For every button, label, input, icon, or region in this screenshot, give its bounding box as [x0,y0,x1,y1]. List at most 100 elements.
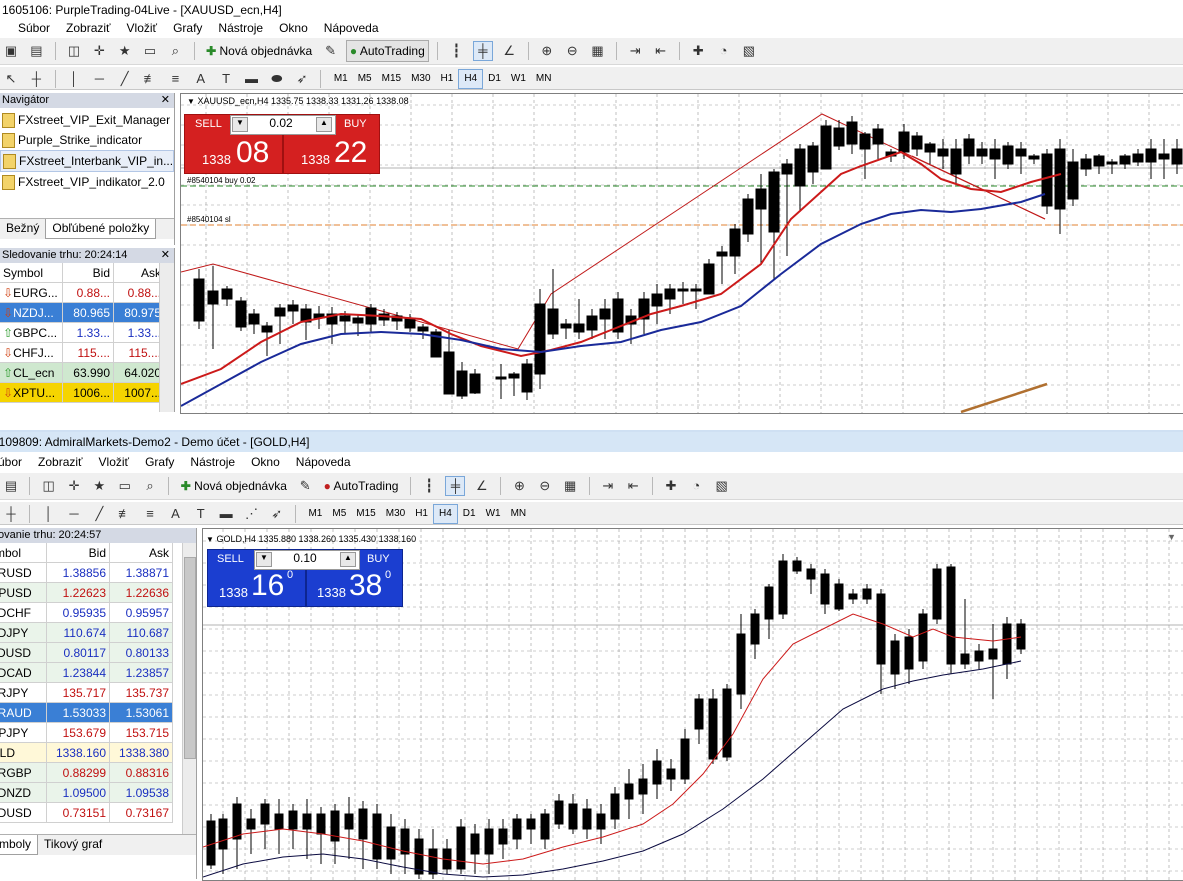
line-chart-icon[interactable]: ∠ [500,42,518,60]
text-icon[interactable]: A [166,505,184,523]
horizontal-line-icon[interactable]: ─ [65,505,83,523]
lot-size-input[interactable]: 0.10 [274,551,336,566]
timeframe-m15[interactable]: M15 [377,70,406,88]
column-header[interactable]: Symbol [0,263,63,283]
menu-item-1[interactable]: Zobraziť [30,453,91,471]
chart-xauusd[interactable]: ▼ XAUUSD_ecn,H4 1335.75 1338.33 1331.26 … [180,93,1183,414]
crosshair-icon[interactable]: ┼ [2,505,20,523]
scrollbar-thumb[interactable] [184,557,196,759]
timeframe-h1[interactable]: H1 [410,505,433,523]
navigator-tab-1[interactable]: Obľúbené položky [45,219,157,239]
fibonacci-icon[interactable]: ≡ [166,70,184,88]
auto-scroll-icon[interactable]: ⇥ [599,477,617,495]
timeframe-m5[interactable]: M5 [353,70,377,88]
timeframe-m1[interactable]: M1 [329,70,353,88]
menu-item-0[interactable]: Súbor [0,453,30,471]
table-row[interactable]: USDCHF0.959350.95957 [0,602,173,623]
zoom-in-icon[interactable]: ⊕ [511,477,529,495]
close-icon[interactable]: ✕ [161,248,174,263]
arrows-icon[interactable]: ➶ [268,505,286,523]
rectangle-icon[interactable]: ▬ [242,70,260,88]
fibonacci-icon[interactable]: ≡ [141,505,159,523]
cursor-icon[interactable]: ↖ [2,70,20,88]
crosshair-data-icon[interactable]: ✛ [65,477,83,495]
timeframe-w1[interactable]: W1 [481,505,506,523]
periods-icon[interactable]: ◔ [687,477,705,495]
table-row[interactable]: ⇩EURG... 0.88... 0.88... [0,282,165,303]
auto-scroll-icon[interactable]: ⇥ [626,42,644,60]
metaeditor-icon[interactable]: ✎ [296,477,314,495]
zoom-out-icon[interactable]: ⊖ [563,42,581,60]
table-row[interactable]: ⇩XPTU... 1006... 1007... [0,382,165,403]
table-row[interactable]: USDJPY110.674110.687 [0,622,173,643]
timeframe-d1[interactable]: D1 [458,505,481,523]
crosshair-icon[interactable]: ┼ [27,70,45,88]
table-row[interactable]: GBPJPY153.679153.715 [0,722,173,743]
vertical-line-icon[interactable]: │ [40,505,58,523]
zoom-in-icon[interactable]: ⊕ [538,42,556,60]
timeframe-m1[interactable]: M1 [303,505,327,523]
timeframe-m5[interactable]: M5 [327,505,351,523]
timeframe-m30[interactable]: M30 [381,505,410,523]
profiles-icon[interactable]: ▤ [27,42,45,60]
column-header[interactable]: Bid [46,543,110,563]
chart-shift-icon[interactable]: ⇤ [624,477,642,495]
menu-item-1[interactable]: Zobraziť [58,19,119,37]
navigator-item[interactable]: FXstreet_VIP_indikator_2.0 [0,172,174,192]
new-chart-icon[interactable]: ▣ [2,42,20,60]
table-row[interactable]: AUDNZD1.095001.09538 [0,782,173,803]
lot-decrease-button[interactable]: ▼ [232,117,248,132]
lot-size-input[interactable]: 0.02 [250,116,312,131]
chart-shift-icon[interactable]: ⇤ [652,42,670,60]
navigator-tab-0[interactable]: Bežný [0,219,45,238]
terminal-icon[interactable]: ▭ [116,477,134,495]
ellipse-icon[interactable]: ⬬ [268,70,286,88]
table-row[interactable]: NZDUSD0.801170.80133 [0,642,173,663]
menu-item-3[interactable]: Grafy [165,19,210,37]
navigator-item[interactable]: Purple_Strike_indicator [0,130,174,150]
text-label-icon[interactable]: T [192,505,210,523]
market-watch-icon[interactable]: ◫ [40,477,58,495]
profiles-icon[interactable]: ▤ [2,477,20,495]
line-chart-icon[interactable]: ∠ [473,477,491,495]
menu-item-6[interactable]: Nápoveda [316,19,387,37]
navigator-item[interactable]: FXstreet_VIP_Exit_Manager [0,110,174,130]
market-watch-icon[interactable]: ◫ [65,42,83,60]
bar-chart-icon[interactable]: ┇ [420,477,438,495]
channel-icon[interactable]: ≢ [116,505,134,523]
table-row[interactable]: EURUSD1.388561.38871 [0,562,173,583]
scrollbar[interactable] [159,263,174,412]
timeframe-h1[interactable]: H1 [436,70,459,88]
table-row[interactable]: GBPUSD1.226231.22636 [0,582,173,603]
fibo-fan-icon[interactable]: ⋰ [242,505,260,523]
column-header[interactable]: Bid [62,263,114,283]
lot-increase-button[interactable]: ▲ [316,117,332,132]
periods-icon[interactable]: ◔ [715,42,733,60]
table-row[interactable]: ⇩NZDJ... 80.965 80.975 [0,302,165,323]
indicators-icon[interactable]: ✚ [662,477,680,495]
table-row[interactable]: ⇧GBPC... 1.33... 1.33... [0,322,165,343]
tile-windows-icon[interactable]: ▦ [561,477,579,495]
text-icon[interactable]: A [192,70,210,88]
timeframe-m30[interactable]: M30 [406,70,435,88]
new-order-button[interactable]: ✚ Nová objednávka [203,41,315,61]
lot-decrease-button[interactable]: ▼ [256,552,272,567]
table-row[interactable]: EURAUD1.530331.53061 [0,702,173,723]
menu-item-4[interactable]: Nástroje [182,453,243,471]
timeframe-w1[interactable]: W1 [506,70,531,88]
table-row[interactable]: ⇧CL_ecn 63.990 64.020 [0,362,165,383]
close-icon[interactable]: ✕ [161,93,174,108]
menu-item-6[interactable]: Nápoveda [288,453,359,471]
metaeditor-icon[interactable]: ✎ [322,42,340,60]
scrollbar[interactable] [182,543,196,841]
lot-increase-button[interactable]: ▲ [340,552,356,567]
timeframe-h4[interactable]: H4 [432,504,458,524]
menu-item-2[interactable]: Vložiť [91,453,138,471]
table-row[interactable]: GOLD1338.1601338.380 [0,742,173,763]
navigator-icon[interactable]: ★ [116,42,134,60]
column-header[interactable]: Ask [109,543,173,563]
crosshair-data-icon[interactable]: ✛ [90,42,108,60]
table-row[interactable]: ⇩CHFJ... 115.... 115.... [0,342,165,363]
candlestick-icon[interactable]: ╪ [445,476,466,496]
terminal-icon[interactable]: ▭ [141,42,159,60]
